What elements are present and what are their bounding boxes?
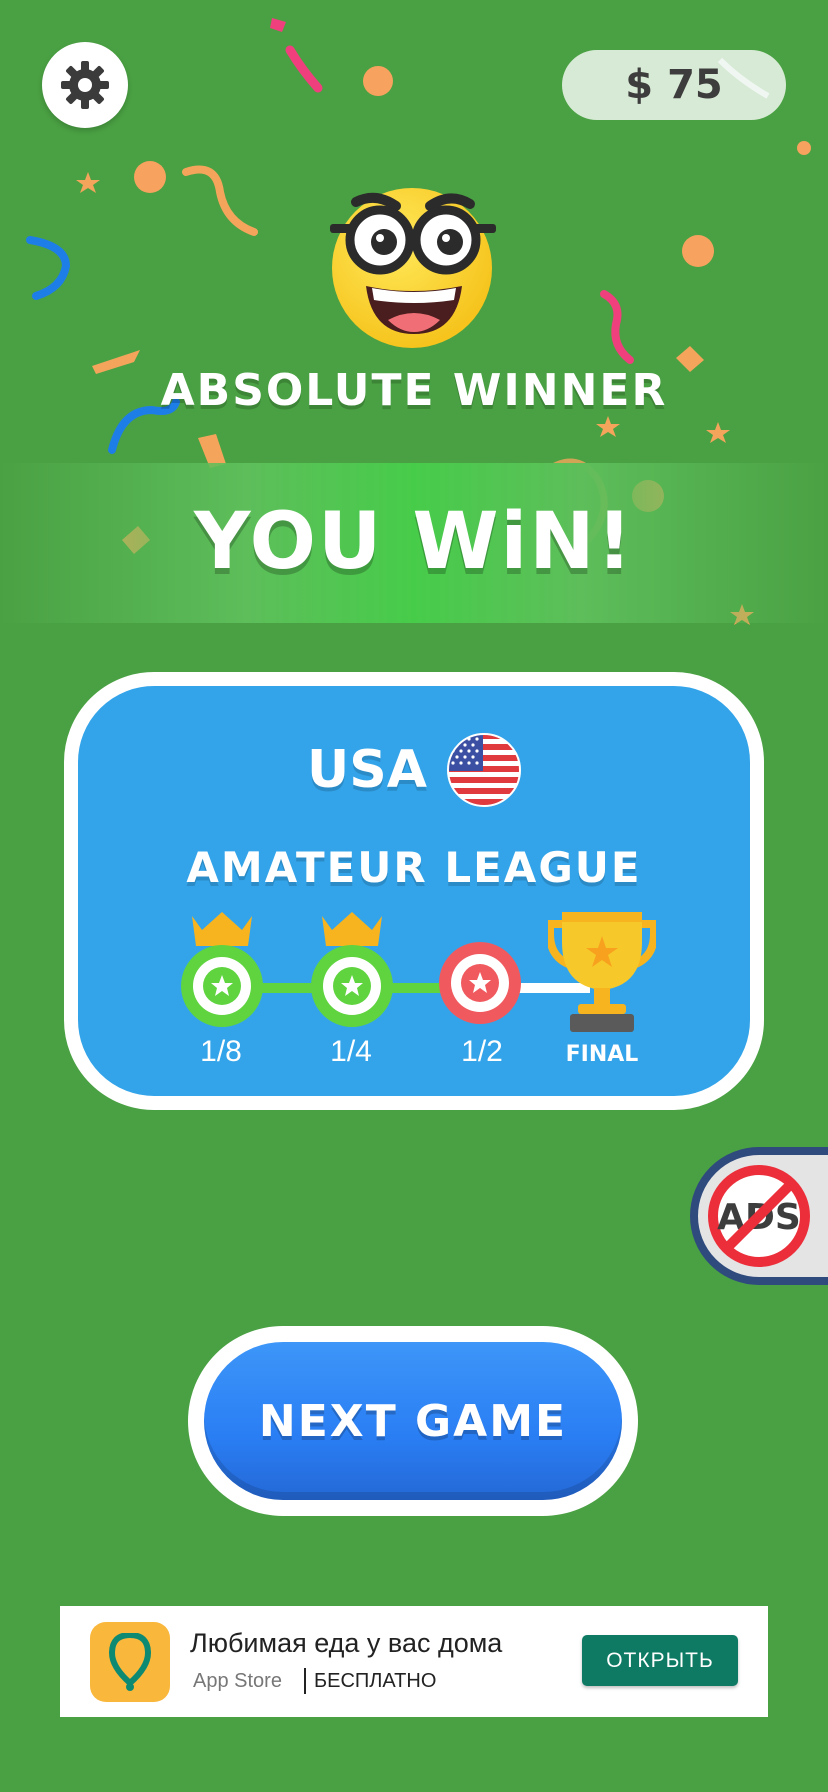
stage-label: 1/8 bbox=[200, 1035, 242, 1068]
ad-app-icon[interactable] bbox=[90, 1622, 170, 1702]
coin-balance: $75 bbox=[562, 50, 786, 120]
location-pin-icon bbox=[108, 1633, 152, 1691]
stage-label: 1/2 bbox=[461, 1035, 503, 1068]
currency-symbol: $ bbox=[625, 62, 654, 108]
trophy-icon bbox=[548, 912, 656, 1032]
stage-1-8-badge bbox=[181, 912, 263, 1027]
settings-button[interactable] bbox=[42, 42, 128, 128]
country-name: USA bbox=[307, 740, 427, 800]
gear-icon bbox=[61, 61, 109, 109]
league-name: AMATEUR LEAGUE bbox=[186, 843, 642, 892]
stage-1-2-badge bbox=[439, 942, 521, 1024]
usa-flag-icon bbox=[446, 733, 521, 807]
country-row: USA bbox=[0, 733, 828, 807]
ad-price: БЕСПЛАТНО bbox=[314, 1670, 437, 1692]
next-game-button[interactable]: NEXT GAME bbox=[204, 1342, 622, 1500]
ad-store: App Store bbox=[193, 1670, 282, 1692]
no-ads-icon: ADS bbox=[708, 1165, 810, 1267]
ad-divider bbox=[304, 1668, 306, 1694]
result-title: ABSOLUTE WINNER bbox=[160, 365, 668, 416]
nerd-emoji-icon bbox=[330, 188, 496, 348]
stage-label: 1/4 bbox=[330, 1035, 372, 1068]
remove-ads-button[interactable]: ADS bbox=[690, 1147, 828, 1285]
stage-1-4-badge bbox=[311, 912, 393, 1027]
win-text: YOU WiN! bbox=[193, 497, 635, 587]
ad-title: Любимая еда у вас дома bbox=[190, 1628, 503, 1658]
stage-label-final: FINAL bbox=[565, 1042, 639, 1067]
coin-amount: 75 bbox=[667, 62, 723, 108]
ad-open-button[interactable]: ОТКРЫТЬ bbox=[582, 1635, 738, 1686]
